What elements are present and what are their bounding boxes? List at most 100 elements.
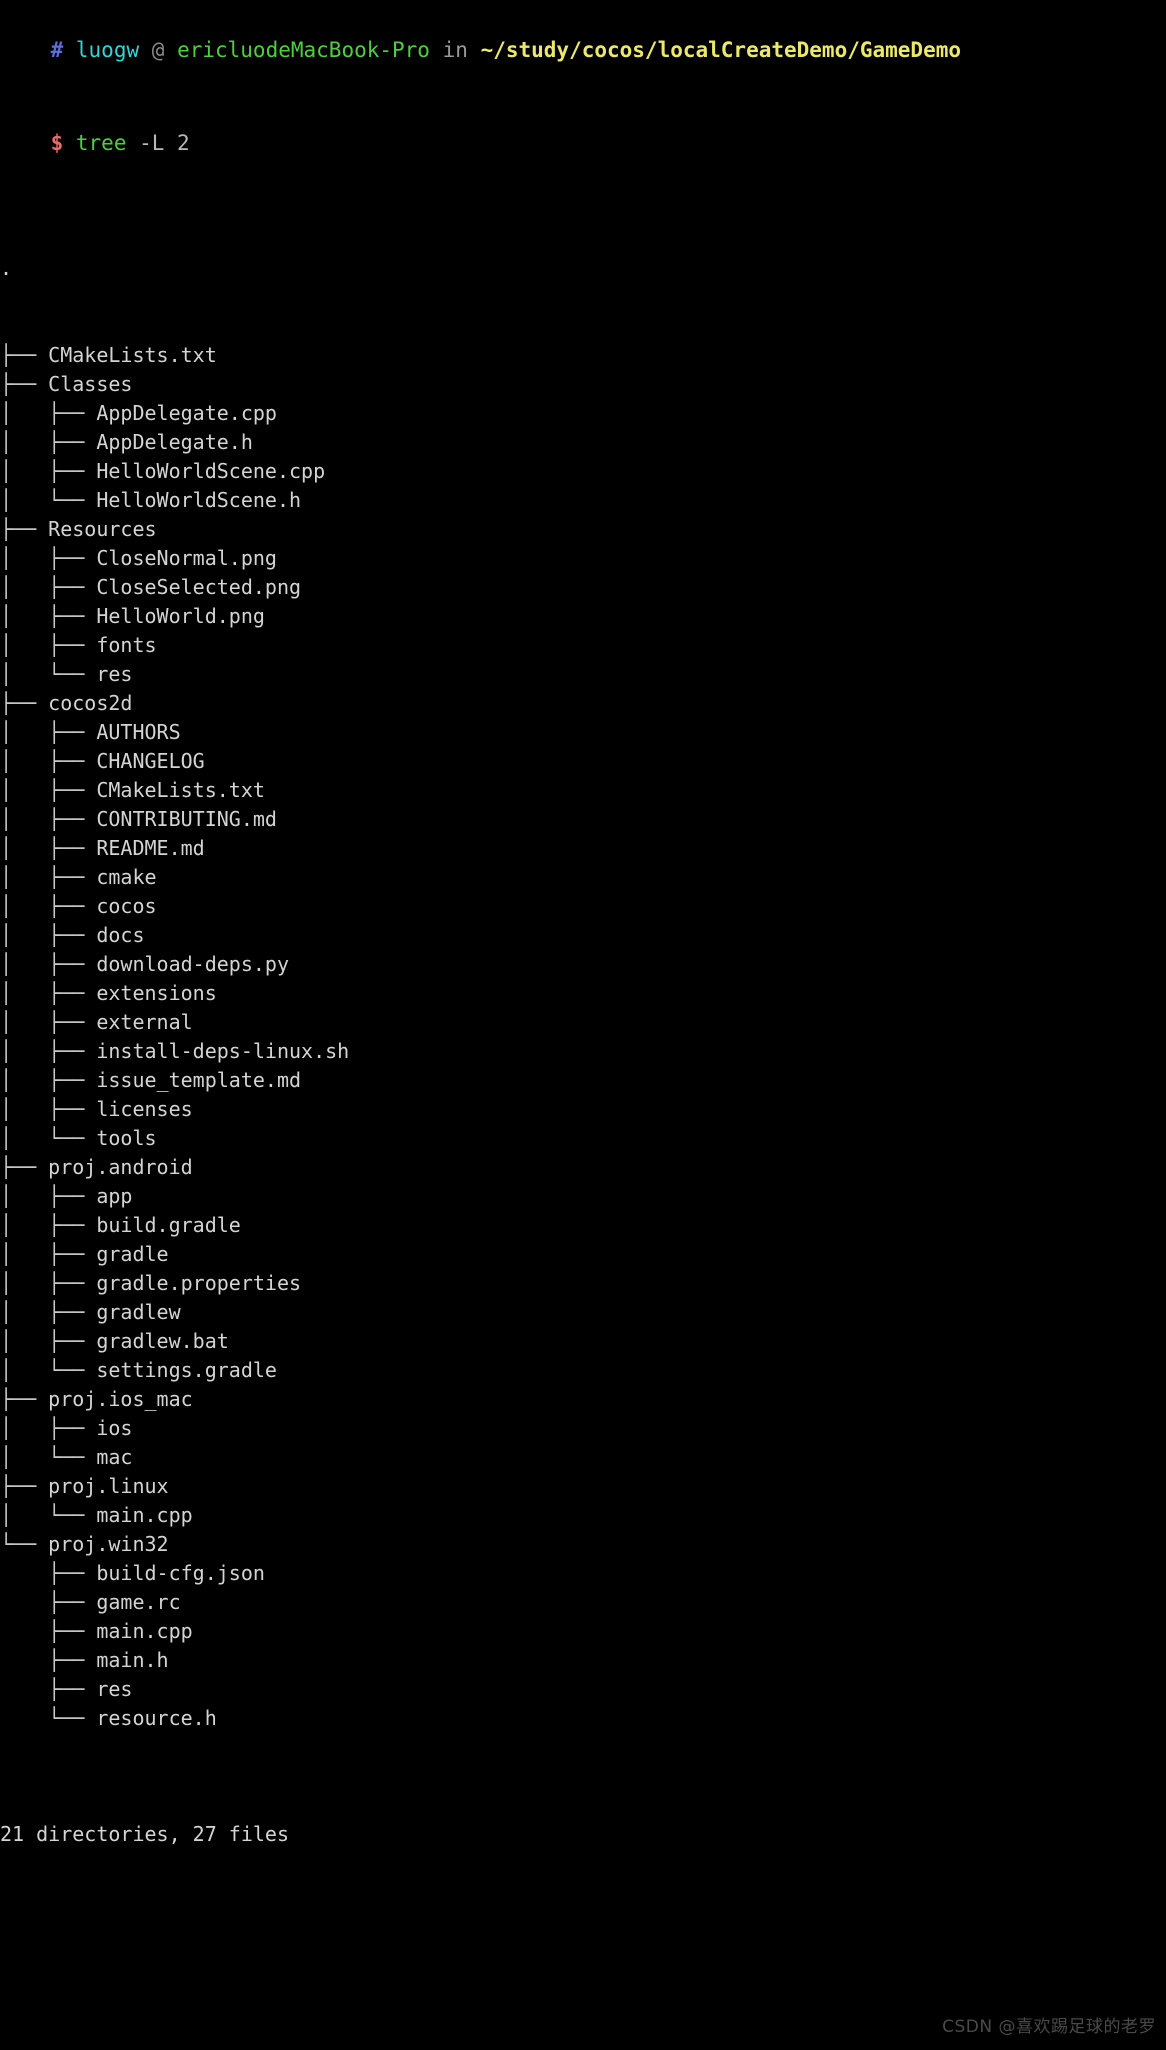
tree-branch-glyph: │ ├── bbox=[0, 1068, 97, 1092]
tree-branch-glyph: └── bbox=[0, 1532, 49, 1556]
shell-command: tree bbox=[75, 131, 127, 155]
tree-entry-name: Resources bbox=[48, 517, 157, 541]
tree-row: │ ├── download-deps.py bbox=[0, 950, 1166, 979]
tree-entry-name: licenses bbox=[96, 1097, 193, 1121]
prompt-line: # luogw @ ericluodeMacBook-Pro in ~/stud… bbox=[0, 4, 1166, 97]
tree-branch-glyph: │ ├── bbox=[0, 952, 97, 976]
tree-row: ├── Resources bbox=[0, 515, 1166, 544]
tree-branch-glyph: ├── bbox=[0, 1619, 97, 1643]
tree-entry-name: AppDelegate.h bbox=[96, 430, 253, 454]
tree-row: │ ├── AUTHORS bbox=[0, 718, 1166, 747]
tree-branch-glyph: │ └── bbox=[0, 1358, 97, 1382]
tree-branch-glyph: │ ├── bbox=[0, 633, 97, 657]
tree-entry-name: gradle.properties bbox=[96, 1271, 302, 1295]
tree-entry-name: proj.win32 bbox=[48, 1532, 169, 1556]
tree-row: │ ├── HelloWorldScene.cpp bbox=[0, 457, 1166, 486]
tree-branch-glyph: │ ├── bbox=[0, 1271, 97, 1295]
tree-row: └── proj.win32 bbox=[0, 1530, 1166, 1559]
tree-row: ├── proj.ios_mac bbox=[0, 1385, 1166, 1414]
tree-branch-glyph: │ ├── bbox=[0, 1416, 97, 1440]
tree-entry-name: install-deps-linux.sh bbox=[96, 1039, 350, 1063]
tree-entry-name: res bbox=[96, 1677, 133, 1701]
tree-row: ├── game.rc bbox=[0, 1588, 1166, 1617]
tree-entry-name: HelloWorld.png bbox=[96, 604, 265, 628]
tree-row: │ ├── gradlew bbox=[0, 1298, 1166, 1327]
shell-dollar-symbol: $ bbox=[50, 131, 64, 155]
tree-entry-name: gradlew.bat bbox=[96, 1329, 229, 1353]
tree-entry-name: app bbox=[96, 1184, 133, 1208]
tree-branch-glyph: │ ├── bbox=[0, 1184, 97, 1208]
tree-branch-glyph: │ ├── bbox=[0, 923, 97, 947]
tree-entry-name: proj.linux bbox=[48, 1474, 169, 1498]
tree-entry-name: HelloWorldScene.cpp bbox=[96, 459, 326, 483]
tree-row: │ ├── extensions bbox=[0, 979, 1166, 1008]
tree-row: │ └── main.cpp bbox=[0, 1501, 1166, 1530]
tree-row: │ └── res bbox=[0, 660, 1166, 689]
tree-entry-name: resource.h bbox=[96, 1706, 217, 1730]
tree-entry-name: game.rc bbox=[96, 1590, 181, 1614]
tree-branch-glyph: │ ├── bbox=[0, 1010, 97, 1034]
tree-entry-name: CONTRIBUTING.md bbox=[96, 807, 277, 831]
terminal-window: # luogw @ ericluodeMacBook-Pro in ~/stud… bbox=[0, 0, 1166, 1849]
tree-branch-glyph: ├── bbox=[0, 517, 49, 541]
tree-entry-name: CMakeLists.txt bbox=[96, 778, 265, 802]
tree-summary: 21 directories, 27 files bbox=[0, 1822, 289, 1846]
csdn-watermark: CSDN @喜欢踢足球的老罗 bbox=[942, 2017, 1156, 2037]
tree-entry-name: tools bbox=[96, 1126, 157, 1150]
tree-entry-name: main.cpp bbox=[96, 1619, 193, 1643]
tree-entry-name: CloseSelected.png bbox=[96, 575, 302, 599]
tree-entry-name: build.gradle bbox=[96, 1213, 241, 1237]
tree-entry-name: main.h bbox=[96, 1648, 169, 1672]
tree-row: │ ├── gradle bbox=[0, 1240, 1166, 1269]
tree-entry-name: build-cfg.json bbox=[96, 1561, 265, 1585]
tree-row: │ ├── issue_template.md bbox=[0, 1066, 1166, 1095]
tree-branch-glyph: │ ├── bbox=[0, 1097, 97, 1121]
tree-branch-glyph: │ └── bbox=[0, 1126, 97, 1150]
tree-entry-name: docs bbox=[96, 923, 145, 947]
tree-branch-glyph: ├── bbox=[0, 1155, 49, 1179]
tree-branch-glyph: │ ├── bbox=[0, 865, 97, 889]
prompt-username: luogw bbox=[75, 38, 140, 62]
tree-branch-glyph: │ └── bbox=[0, 1503, 97, 1527]
tree-row: ├── CMakeLists.txt bbox=[0, 341, 1166, 370]
tree-branch-glyph: ├── bbox=[0, 1474, 49, 1498]
tree-branch-glyph: │ ├── bbox=[0, 981, 97, 1005]
tree-entry-name: ios bbox=[96, 1416, 133, 1440]
tree-branch-glyph: │ ├── bbox=[0, 836, 97, 860]
tree-row: │ ├── gradle.properties bbox=[0, 1269, 1166, 1298]
tree-branch-glyph: │ ├── bbox=[0, 720, 97, 744]
command-line[interactable]: $ tree -L 2 bbox=[0, 97, 1166, 190]
tree-row: │ ├── fonts bbox=[0, 631, 1166, 660]
tree-root-label: . bbox=[0, 256, 13, 280]
prompt-at-symbol: @ bbox=[151, 38, 165, 62]
tree-branch-glyph: │ ├── bbox=[0, 807, 97, 831]
tree-entry-name: proj.ios_mac bbox=[48, 1387, 193, 1411]
tree-entry-name: CMakeLists.txt bbox=[48, 343, 217, 367]
tree-entry-name: cmake bbox=[96, 865, 157, 889]
tree-entry-name: AUTHORS bbox=[96, 720, 181, 744]
tree-branch-glyph: │ └── bbox=[0, 662, 97, 686]
tree-row: │ ├── build.gradle bbox=[0, 1211, 1166, 1240]
tree-row: │ ├── app bbox=[0, 1182, 1166, 1211]
tree-row: │ ├── CONTRIBUTING.md bbox=[0, 805, 1166, 834]
tree-row: ├── main.cpp bbox=[0, 1617, 1166, 1646]
tree-entry-name: CloseNormal.png bbox=[96, 546, 277, 570]
tree-entry-name: settings.gradle bbox=[96, 1358, 277, 1382]
tree-row: │ ├── gradlew.bat bbox=[0, 1327, 1166, 1356]
tree-row: │ ├── install-deps-linux.sh bbox=[0, 1037, 1166, 1066]
tree-row: │ ├── docs bbox=[0, 921, 1166, 950]
shell-command-args: -L 2 bbox=[139, 131, 190, 155]
prompt-path: ~/study/cocos/localCreateDemo/GameDemo bbox=[480, 38, 961, 62]
tree-row: │ ├── licenses bbox=[0, 1095, 1166, 1124]
tree-entry-name: HelloWorldScene.h bbox=[96, 488, 302, 512]
tree-branch-glyph: │ ├── bbox=[0, 430, 97, 454]
tree-entry-name: gradlew bbox=[96, 1300, 181, 1324]
tree-row: ├── proj.linux bbox=[0, 1472, 1166, 1501]
tree-branch-glyph: │ ├── bbox=[0, 575, 97, 599]
tree-branch-glyph: ├── bbox=[0, 1590, 97, 1614]
tree-entry-name: external bbox=[96, 1010, 193, 1034]
prompt-marker-icon: # bbox=[50, 38, 64, 62]
tree-branch-glyph: │ ├── bbox=[0, 1329, 97, 1353]
tree-row: │ ├── CloseSelected.png bbox=[0, 573, 1166, 602]
tree-branch-glyph: │ ├── bbox=[0, 749, 97, 773]
